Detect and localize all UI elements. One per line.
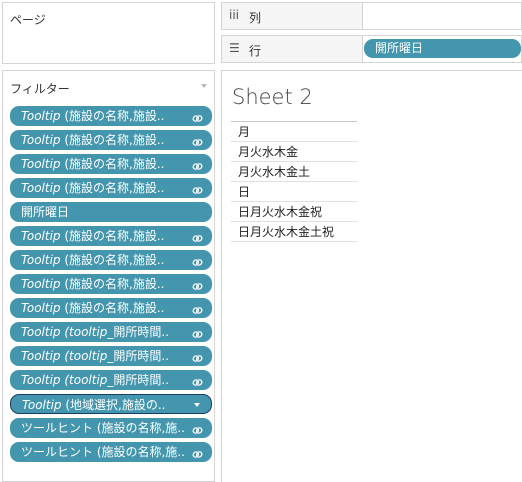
filter-pill-prefix: Tooltip [21,277,61,291]
filter-pill[interactable]: Tooltip (施設の名称,施設.. [10,274,212,294]
filter-pill-prefix: Tooltip (tooltip_ [21,373,114,387]
link-icon [192,230,203,242]
filter-pill[interactable]: Tooltip (tooltip_開所時間.. [10,346,212,366]
filter-pill[interactable]: Tooltip (tooltip_開所時間.. [10,322,212,342]
filter-pill-prefix: Tooltip (tooltip_ [21,325,114,339]
filter-pill-label: Tooltip (施設の名称,施設.. [21,250,164,270]
filter-pill[interactable]: Tooltip (施設の名称,施設.. [10,250,212,270]
link-icon [192,350,203,362]
filter-pill-prefix: Tooltip [21,229,61,243]
filter-pill-prefix: Tooltip [22,398,62,412]
rows-shelf-label: ☰ 行 [222,36,363,62]
filter-pill-label: Tooltip (施設の名称,施設.. [21,298,164,318]
rows-label: 行 [249,44,262,58]
filter-pill-text: 開所時間.. [113,349,170,363]
filter-pill-label: Tooltip (tooltip_開所時間.. [21,322,169,342]
filter-pill-prefix: Tooltip [21,253,61,267]
filter-pill-label: ツールヒント (施設の名称,施.. [21,442,185,462]
filter-pill-label: Tooltip (施設の名称,施設.. [21,130,164,150]
filter-pill-label: Tooltip (施設の名称,施設.. [21,274,164,294]
filter-pill-prefix: Tooltip [21,301,61,315]
filter-pill[interactable]: Tooltip (施設の名称,施設.. [10,106,212,126]
pages-panel: ページ [2,2,215,64]
row-header-cell[interactable]: 日 [231,182,357,202]
filter-pill-label: Tooltip (施設の名称,施設.. [21,226,164,246]
filter-pill-label: ツールヒント (施設の名称,施.. [21,418,185,438]
filter-pill-prefix: Tooltip (tooltip_ [21,349,114,363]
filter-pill-label: Tooltip (tooltip_開所時間.. [21,370,169,390]
filter-pill[interactable]: Tooltip (施設の名称,施設.. [10,154,212,174]
filter-pill[interactable]: Tooltip (施設の名称,施設.. [10,178,212,198]
filter-pill-text: (施設の名称,施設.. [60,277,165,291]
filters-panel: フィルター Tooltip (施設の名称,施設.. Tooltip (施設の名称,… [2,70,215,482]
caret-down-icon[interactable] [194,403,200,407]
link-icon [192,422,203,434]
filter-pill[interactable]: Tooltip (tooltip_開所時間.. [10,370,212,390]
columns-label: 列 [249,11,262,25]
columns-icon: iii [229,8,240,22]
filter-pill-text: ツールヒント (施設の名称,施.. [21,421,185,435]
pages-panel-title: ページ [10,13,46,27]
filter-pill-text: 開所時間.. [113,373,170,387]
link-icon [192,158,203,170]
link-icon [192,278,203,290]
filter-pill-text: (施設の名称,施設.. [60,133,165,147]
filter-pill-label: Tooltip (tooltip_開所時間.. [21,346,169,366]
filter-pill-text: (施設の名称,施設.. [60,253,165,267]
filter-pill-prefix: Tooltip [21,181,61,195]
view-area: Sheet 2 月月火水木金 月火水木金土日日月火水木金祝 日月火水木金土祝 [221,70,522,482]
link-icon [192,110,203,122]
rows-field-pill[interactable]: 開所曜日 [364,39,521,58]
link-icon [192,374,203,386]
filter-pill[interactable]: Tooltip (地域選択,施設の.. [10,394,212,414]
filter-pill-label: Tooltip (施設の名称,施設.. [21,178,164,198]
row-header-cell[interactable]: 月火水木金土 [231,162,357,182]
row-header-cell[interactable]: 日月火水木金祝 [231,202,357,222]
filter-pill-text: 開所曜日 [21,205,70,219]
rows-icon: ☰ [229,41,240,55]
filter-pill[interactable]: Tooltip (施設の名称,施設.. [10,298,212,318]
filter-pill[interactable]: ツールヒント (施設の名称,施.. [10,442,212,462]
columns-shelf[interactable]: iii 列 [221,2,522,30]
link-icon [192,182,203,194]
filter-pill-label: Tooltip (施設の名称,施設.. [21,106,164,126]
row-header-cell[interactable]: 月火水木金 [231,142,357,162]
filter-pill-text: (施設の名称,施設.. [60,181,165,195]
filter-pill-prefix: Tooltip [21,133,61,147]
link-icon [192,134,203,146]
row-header-cell[interactable]: 月 [231,122,357,142]
sheet-title: Sheet 2 [232,85,313,109]
filter-pill-text: ツールヒント (施設の名称,施.. [21,445,185,459]
row-header-cell[interactable]: 日月火水木金土祝 [231,222,357,242]
rows-shelf[interactable]: ☰ 行 開所曜日 [221,35,522,63]
filter-pill-text: (施設の名称,施設.. [60,157,165,171]
filters-panel-title: フィルター [10,82,70,96]
filter-pill[interactable]: Tooltip (施設の名称,施設.. [10,226,212,246]
filter-pill[interactable]: Tooltip (施設の名称,施設.. [10,130,212,150]
filter-pill-text: (施設の名称,施設.. [60,301,165,315]
link-icon [192,302,203,314]
link-icon [192,326,203,338]
filter-pill-text: (施設の名称,施設.. [60,229,165,243]
columns-shelf-label: iii 列 [222,3,363,29]
filter-pill-text: (施設の名称,施設.. [60,109,165,123]
filter-pill-text: 開所時間.. [113,325,170,339]
link-icon [192,254,203,266]
filter-pill-label: Tooltip (地域選択,施設の.. [22,395,166,413]
filter-pill-prefix: Tooltip [21,157,61,171]
filter-pill[interactable]: ツールヒント (施設の名称,施.. [10,418,212,438]
filter-pill-label: Tooltip (施設の名称,施設.. [21,154,164,174]
filter-pill-label: 開所曜日 [21,202,69,222]
filter-pill-text: (地域選択,施設の.. [61,398,166,412]
panel-menu-caret-icon[interactable] [201,84,207,88]
filter-pill[interactable]: 開所曜日 [10,202,212,222]
link-icon [192,446,203,458]
filter-pill-prefix: Tooltip [21,109,61,123]
